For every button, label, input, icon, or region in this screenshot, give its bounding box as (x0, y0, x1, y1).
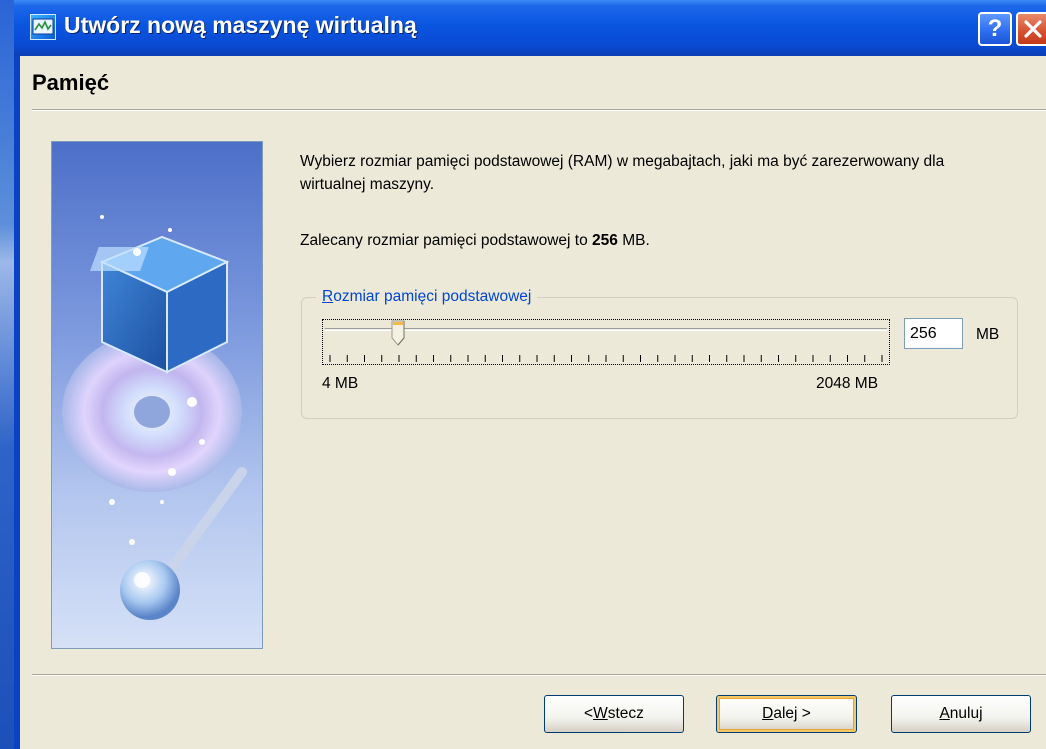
slider-track[interactable] (325, 328, 887, 331)
back-accelerator: W (593, 705, 608, 722)
next-rest: alej > (773, 705, 811, 722)
cancel-rest: nuluj (949, 705, 983, 722)
recommended-suffix: MB. (617, 232, 650, 249)
slider-min-label: 4 MB (322, 375, 359, 392)
close-button[interactable] (1016, 12, 1046, 46)
memory-group-label: Rozmiar pamięci podstawowej (316, 288, 538, 306)
cancel-accelerator: A (939, 705, 950, 722)
legend-rest: ozmiar pamięci podstawowej (333, 288, 532, 305)
page-title: Pamięć (32, 70, 110, 95)
slider-thumb[interactable] (391, 320, 405, 351)
wizard-window: Utwórz nową maszynę wirtualną ? Pamięć W… (14, 0, 1046, 749)
recommended-value: 256 (592, 232, 618, 249)
virtualbox-app-icon (30, 14, 56, 40)
recommended-prefix: Zalecany rozmiar pamięci podstawowej to (300, 232, 593, 249)
legend-accelerator: R (322, 288, 334, 305)
back-button[interactable]: < Wstecz (544, 695, 684, 733)
title-bar[interactable]: Utwórz nową maszynę wirtualną ? (14, 0, 1046, 56)
slider-max-label: 2048 MB (816, 375, 879, 392)
slider-ticks (329, 355, 883, 362)
memory-slider[interactable] (322, 319, 890, 365)
wizard-side-image (51, 141, 263, 649)
next-accelerator: D (762, 705, 774, 722)
back-prefix: < (584, 705, 594, 722)
memory-description: Wybierz rozmiar pamięci podstawowej (RAM… (300, 153, 945, 193)
dialog-client-area: Pamięć Wybierz rozmiar pamięci podstawow… (20, 56, 1046, 749)
memory-size-input[interactable] (904, 318, 963, 349)
help-button[interactable]: ? (978, 12, 1012, 46)
back-rest: stecz (607, 705, 644, 722)
footer-divider (32, 674, 1046, 676)
header-divider (32, 109, 1046, 111)
window-title: Utwórz nową maszynę wirtualną (64, 12, 417, 38)
page-header: Pamięć (20, 56, 1046, 109)
close-icon (1024, 20, 1042, 38)
memory-unit-label: MB (976, 326, 1000, 343)
cancel-button[interactable]: Anuluj (891, 695, 1031, 733)
next-button[interactable]: Dalej > (716, 695, 857, 733)
recommended-memory-text: Zalecany rozmiar pamięci podstawowej to … (300, 232, 650, 250)
